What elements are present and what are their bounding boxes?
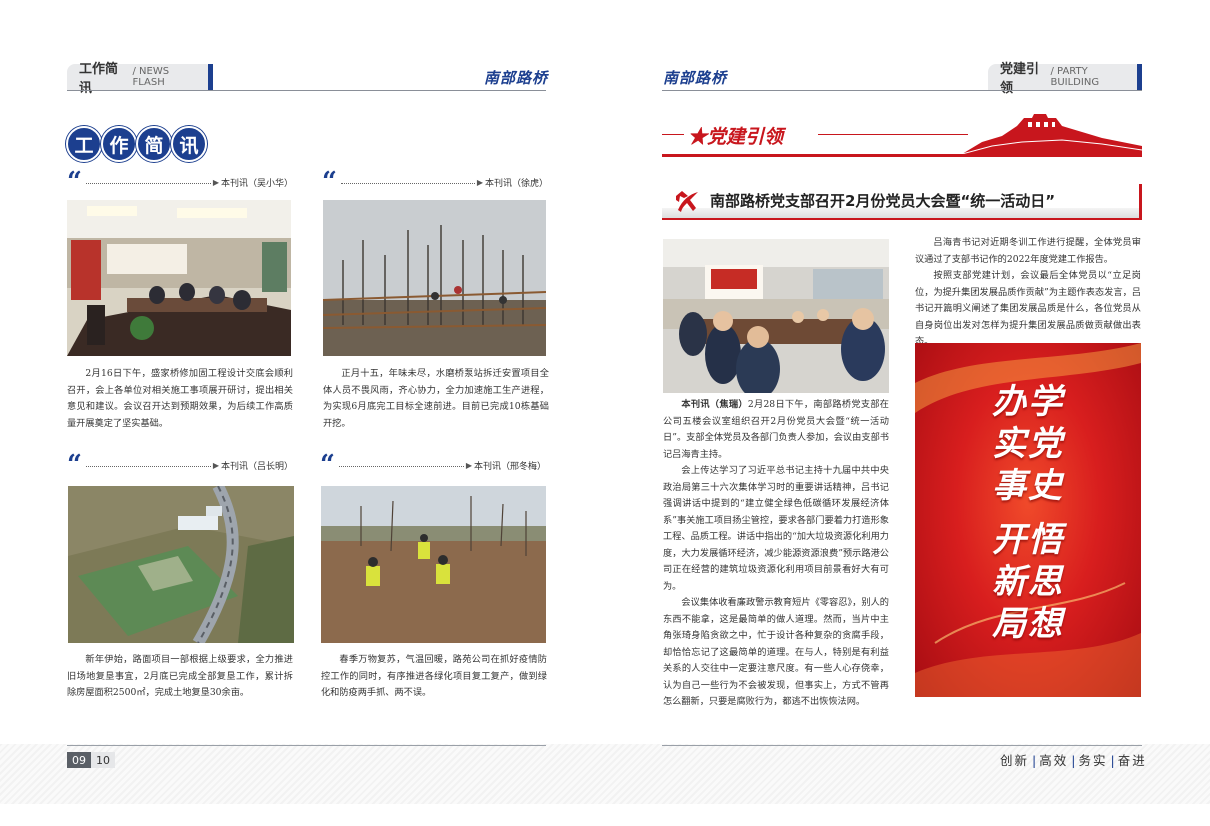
article-byline: 本刊讯（吕长明） <box>220 461 293 472</box>
arrow-icon: ▶ <box>212 177 219 187</box>
dotted-leader <box>340 182 475 184</box>
dotted-leader <box>85 465 211 467</box>
section-title-news: 工 作 简 讯 <box>66 126 207 162</box>
poster-slogan-line: 办学 <box>992 382 1064 422</box>
header-tab-english: / NEWS FLASH <box>132 66 170 88</box>
quote-mark-icon: “ <box>322 167 337 197</box>
header-tab-stripe <box>208 64 213 90</box>
article-paragraph: 按照支部党建计划，会议最后全体党员以“立足岗位，为提升集团发展品质作贡献”为主题… <box>915 270 1141 347</box>
section-title-char: 作 <box>101 126 137 162</box>
footer-motto: 创新 | 高效 | 务实 | 奋进 <box>1000 753 1147 768</box>
section-title-char: 讯 <box>171 126 207 162</box>
article-text: 新年伊始，路面项目一部根据上级要求，全力推进旧场地复垦事宜，2月底已完成全部复垦… <box>67 654 293 698</box>
poster-slogan-line: 局想 <box>992 604 1064 644</box>
article-paragraph: 会上传达学习了习近平总书记主持十九届中共中央政治局第三十六次集体学习时的重要讲话… <box>663 465 889 592</box>
header-tab-party-building: 党建引领 / PARTY BUILDING <box>988 62 1142 96</box>
headline-accent <box>1139 184 1142 218</box>
byline-row: “ ▶ 本刊讯（徐虎） <box>322 167 548 197</box>
dotted-leader <box>85 182 211 184</box>
article-text: 2月16日下午，盛家桥修加固工程设计交底会顺利召开，会上各单位对相关施工事项展开… <box>67 368 293 429</box>
article-body-col2: 吕海青书记对近期冬训工作进行提醒，全体党员审议通过了支部书记作的2022年度党建… <box>915 235 1141 351</box>
section-title-text: ★党建引领 <box>688 126 784 148</box>
poster-slogan-line: 新思 <box>992 562 1064 602</box>
brand-logo-right: 南部路桥 <box>663 69 728 87</box>
article-body-col1: 本刊讯（焦瑞）2月28日下午，南部路桥党支部在公司五楼会议室组织召开2月份党员大… <box>663 397 889 711</box>
arrow-icon: ▶ <box>465 460 472 470</box>
article-paragraph: 吕海青书记对近期冬训工作进行提醒，全体党员审议通过了支部书记作的2022年度党建… <box>915 237 1141 265</box>
arrow-icon: ▶ <box>212 460 219 470</box>
article-photo-planting <box>321 486 546 643</box>
header-tab-english: / PARTY BUILDING <box>1050 66 1100 88</box>
article-paragraph: 会议集体收看廉政警示教育短片《零容忍》，别人的东西不能拿，这是最简单的做人道理。… <box>663 597 889 707</box>
section-title-char: 简 <box>136 126 172 162</box>
page-number-left: 09 <box>67 752 91 768</box>
brand-logo-left: 南部路桥 <box>484 69 549 87</box>
dotted-leader <box>338 465 464 467</box>
quote-mark-icon: “ <box>320 450 335 480</box>
party-emblem-icon <box>676 191 698 212</box>
quote-mark-icon: “ <box>67 450 82 480</box>
article-photo-meeting <box>67 200 291 356</box>
article-headline: 南部路桥党支部召开2月份党员大会暨“统一活动日” <box>710 192 1056 210</box>
poster-slogan-line: 开悟 <box>992 520 1064 560</box>
poster-slogan-line: 实党 <box>992 424 1064 464</box>
article-byline: 本刊讯（吴小华） <box>220 178 293 189</box>
byline-row: “ ▶ 本刊讯（邢冬梅） <box>320 450 546 480</box>
article-photo-rebar <box>323 200 546 356</box>
page-number-right: 10 <box>91 752 115 768</box>
footer-rule-left <box>67 745 546 746</box>
article-photo-aerial <box>68 486 294 643</box>
header-tab-stripe <box>1137 64 1142 90</box>
byline-row: “ ▶ 本刊讯（吕长明） <box>67 450 293 480</box>
article-photo-party-meeting <box>663 239 889 393</box>
section-title-rule-right <box>818 134 968 135</box>
section-title-char: 工 <box>66 126 102 162</box>
article-headline-bar: 南部路桥党支部召开2月份党员大会暨“统一活动日” <box>662 184 1142 220</box>
header-rule-right <box>662 90 1142 91</box>
article-byline: 本刊讯（邢冬梅） <box>473 461 546 472</box>
section-title-party: ★党建引领 <box>662 114 1142 160</box>
article-text: 正月十五，年味未尽，水磨桥泵站拆迁安置项目全体人员不畏风雨，齐心协力，全力加速施… <box>323 368 549 429</box>
article-text: 春季万物复苏，气温回暖，路苑公司在抓好疫情防控工作的同时，有序推进各绿化项目复工… <box>321 654 547 698</box>
slogan-poster: 办学 实党 事史 开悟 新思 局想 <box>915 343 1141 697</box>
quote-mark-icon: “ <box>67 167 82 197</box>
section-title-underbar <box>662 154 1142 157</box>
article-paragraph: 本刊讯（焦瑞）2月28日下午，南部路桥党支部在公司五楼会议室组织召开2月份党员大… <box>663 399 889 460</box>
header-tab-news-flash: 工作简讯 / NEWS FLASH <box>67 62 213 96</box>
article-byline: 本刊讯（徐虎） <box>484 178 548 189</box>
arrow-icon: ▶ <box>476 177 483 187</box>
byline-row: “ ▶ 本刊讯（吴小华） <box>67 167 293 197</box>
section-title-rule-left <box>662 134 684 135</box>
poster-slogan-line: 事史 <box>992 466 1064 506</box>
great-wall-icon <box>962 114 1142 154</box>
header-rule-left <box>67 90 546 91</box>
footer-rule-right <box>662 745 1142 746</box>
